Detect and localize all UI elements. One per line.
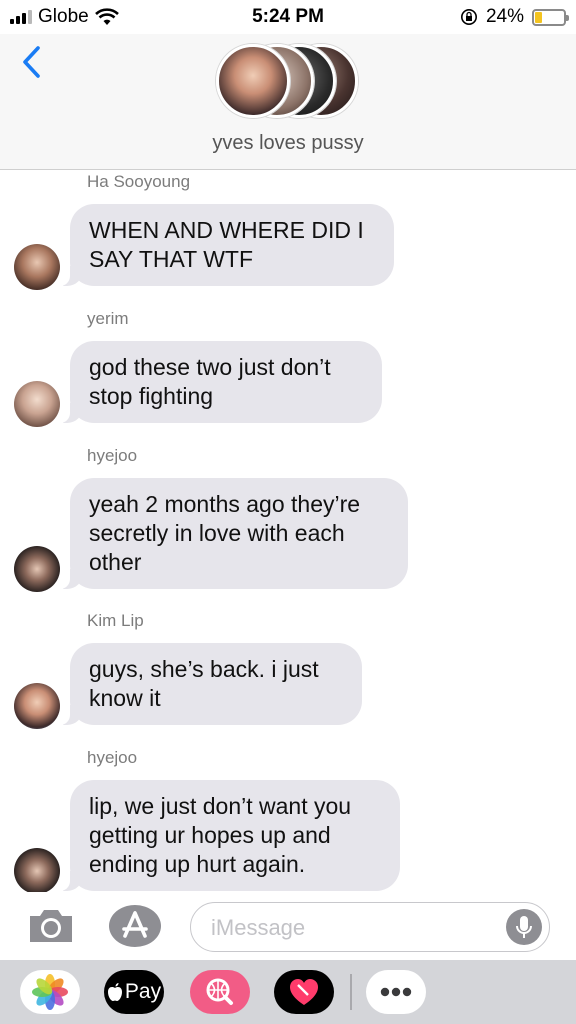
apple-pay-label: Pay: [124, 980, 162, 1003]
message-line: guys, she’s back. i just: [89, 656, 319, 682]
conversation-header: yves loves pussy: [0, 34, 576, 170]
composer-bar: iMessage: [0, 892, 576, 960]
sender-avatar[interactable]: [14, 848, 60, 892]
message-line: ending up hurt again.: [89, 851, 306, 877]
sender-name: yerim: [87, 309, 129, 328]
more-apps-icon: [380, 987, 412, 997]
message-line: god these two just don’t: [89, 354, 331, 380]
microphone-button[interactable]: [506, 909, 542, 945]
message-line: getting ur hopes up and: [89, 822, 331, 848]
group-avatars[interactable]: [214, 44, 364, 120]
message-bubble[interactable]: god these two just don’t stop fighting: [60, 341, 382, 423]
message-line: yeah 2 months ago they’re: [89, 491, 361, 517]
sender-name: hyejoo: [87, 748, 138, 767]
message-line: stop fighting: [89, 383, 214, 409]
message-line: other: [89, 549, 142, 575]
message-bubble[interactable]: lip, we just don’t want you getting ur h…: [60, 780, 400, 891]
drawer-divider: [350, 974, 352, 1010]
back-chevron-icon[interactable]: [18, 44, 48, 80]
message-thread[interactable]: Ha Sooyoung WHEN AND WHERE DID I SAY THA…: [0, 170, 576, 892]
message-line: lip, we just don’t want you: [89, 793, 352, 819]
message-bubble[interactable]: guys, she’s back. i just know it: [60, 643, 362, 725]
message-line: SAY THAT WTF: [89, 246, 253, 272]
image-search-button[interactable]: [190, 970, 250, 1014]
message-bubble[interactable]: yeah 2 months ago they’re secretly in lo…: [60, 478, 408, 589]
orientation-lock-icon: [460, 9, 477, 25]
sender-avatar[interactable]: [14, 381, 60, 427]
sender-name: Ha Sooyoung: [87, 172, 191, 191]
status-bar: Globe 5:24 PM 24%: [0, 0, 576, 34]
group-name[interactable]: yves loves pussy: [0, 132, 576, 155]
message-bubble[interactable]: WHEN AND WHERE DID I SAY THAT WTF: [60, 204, 394, 286]
microphone-icon: [516, 916, 532, 938]
app-drawer: Pay: [0, 960, 576, 1024]
imessage-input[interactable]: iMessage: [190, 902, 550, 952]
message-line: WHEN AND WHERE DID I: [89, 217, 364, 243]
digital-touch-button[interactable]: [274, 970, 334, 1014]
battery-icon: [532, 8, 569, 26]
apple-pay-button[interactable]: Pay: [104, 970, 164, 1014]
photos-app-icon: [32, 974, 68, 1010]
sender-avatar[interactable]: [14, 683, 60, 729]
camera-icon[interactable]: [26, 906, 76, 946]
sender-name: Kim Lip: [87, 611, 144, 630]
battery-percent: 24%: [485, 6, 524, 27]
message-line: know it: [89, 685, 161, 711]
more-apps-button[interactable]: [366, 970, 426, 1014]
group-avatar-1: [216, 44, 290, 118]
sender-avatar[interactable]: [14, 244, 60, 290]
photos-app-button[interactable]: [20, 970, 80, 1014]
sender-avatar[interactable]: [14, 546, 60, 592]
message-line: secretly in love with each: [89, 520, 345, 546]
sender-name: hyejoo: [87, 446, 138, 465]
apple-logo-icon: [107, 983, 122, 1001]
digital-touch-icon: [290, 979, 318, 1005]
status-right: 24%: [460, 6, 569, 28]
app-store-icon[interactable]: [108, 904, 162, 948]
imessage-placeholder: iMessage: [211, 915, 306, 940]
image-search-icon: [206, 978, 233, 1005]
